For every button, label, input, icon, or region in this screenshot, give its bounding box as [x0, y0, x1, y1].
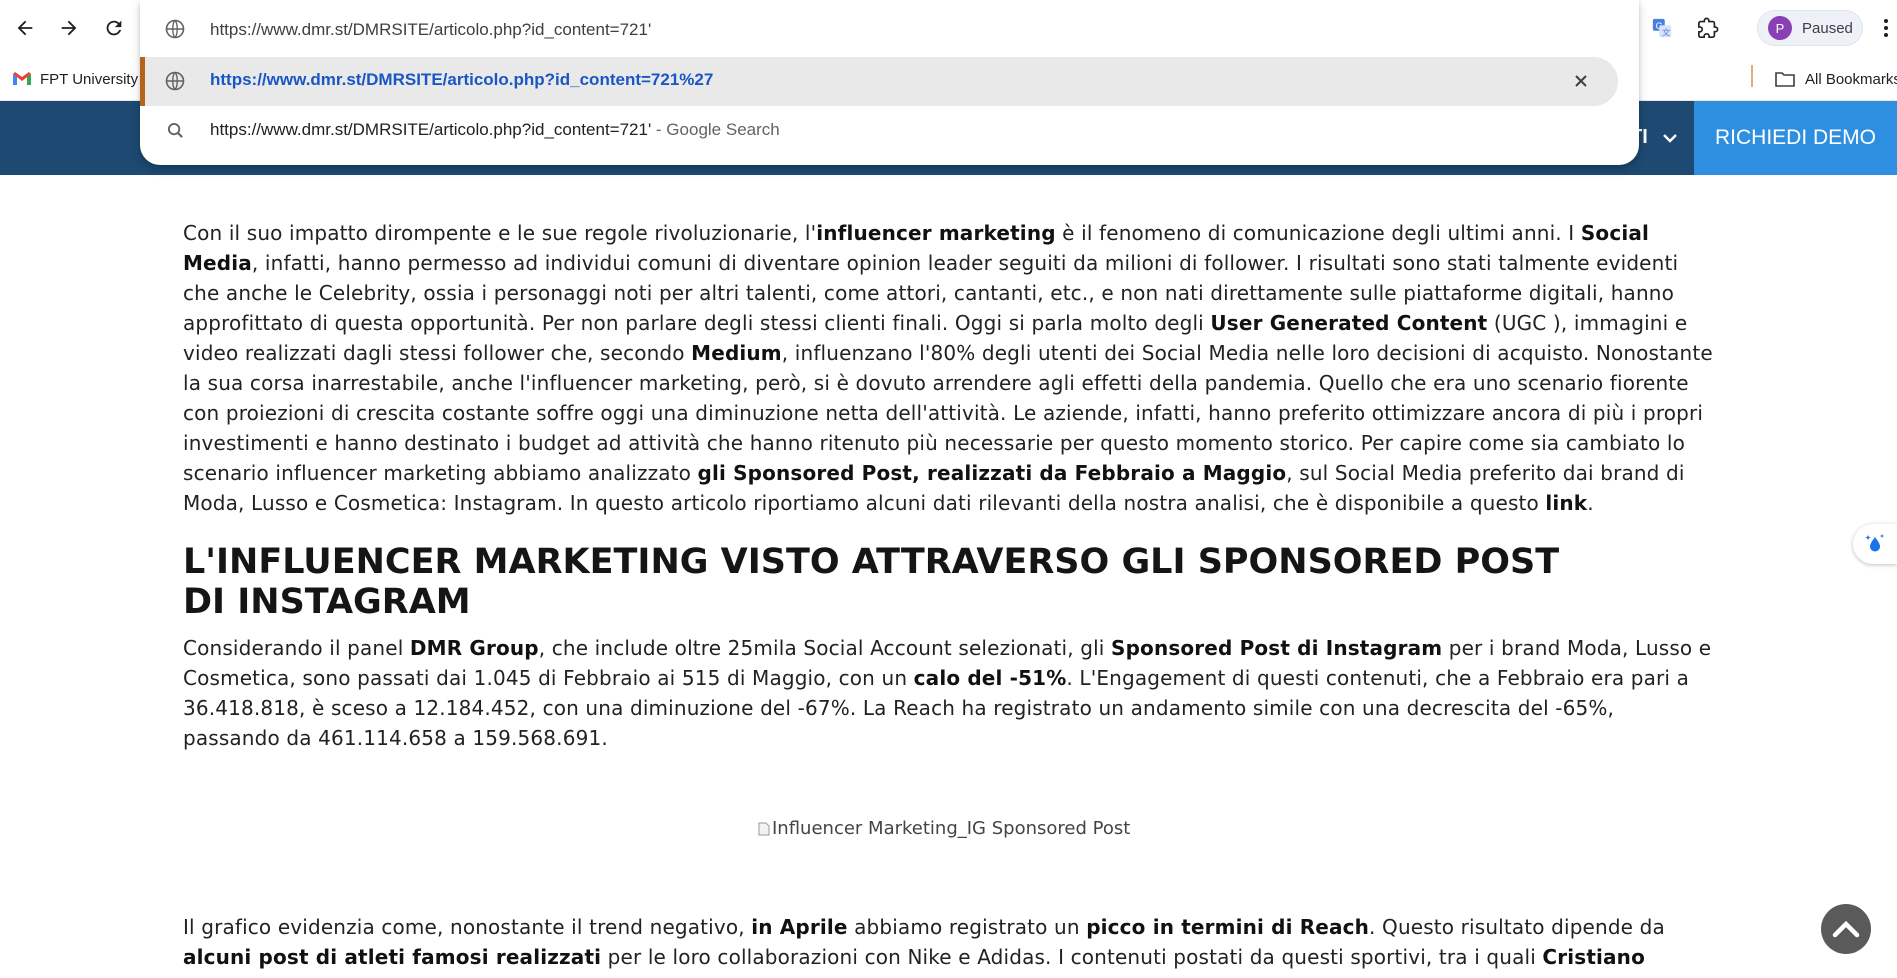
arrow-right-icon: [61, 20, 77, 36]
text-run: è il fenomeno di comunicazione degli ult…: [1055, 221, 1581, 245]
close-icon[interactable]: [1572, 72, 1590, 90]
bold-text-run: DMR Group: [409, 636, 539, 660]
intro-paragraph: Con il suo impatto dirompente e le sue r…: [183, 218, 1713, 518]
bold-text-run: alcuni post di atleti famosi realizzati: [183, 945, 602, 969]
avatar: P: [1768, 16, 1792, 40]
suggestion-search-suffix: - Google Search: [651, 120, 780, 139]
text-run: Considerando il panel: [183, 636, 410, 660]
assistant-float-button[interactable]: [1853, 524, 1897, 564]
address-bar-input[interactable]: [210, 18, 1410, 42]
text-run: Il grafico evidenzia come, nonostante il…: [183, 915, 752, 939]
svg-text:文: 文: [1662, 27, 1670, 37]
globe-icon: [165, 19, 185, 39]
sparkle-drop-icon: [1865, 534, 1884, 552]
all-bookmarks[interactable]: All Bookmarks: [1775, 66, 1897, 92]
reload-icon: [106, 20, 122, 36]
profile-chip[interactable]: P Paused: [1757, 10, 1863, 46]
bold-text-run: influencer marketing: [816, 221, 1056, 245]
text-run: . Questo risultato dipende da: [1369, 915, 1665, 939]
omnibox-suggestion-search[interactable]: https://www.dmr.st/DMRSITE/articolo.php?…: [140, 108, 1618, 154]
image-alt-text: Influencer Marketing_IG Sponsored Post: [772, 818, 1131, 839]
bookmark-fpt-university[interactable]: FPT University M: [12, 66, 140, 92]
text-run: .: [1587, 491, 1594, 515]
chevron-down-icon: [1663, 134, 1677, 143]
broken-image: Influencer Marketing_IG Sponsored Post: [758, 818, 1130, 839]
suggestion-focus-accent: [140, 57, 145, 106]
scroll-to-top-button[interactable]: [1821, 904, 1871, 954]
extensions-icon[interactable]: [1694, 14, 1722, 42]
arrow-left-icon: [17, 20, 33, 36]
panel-paragraph: Considerando il panel DMR Group, che inc…: [183, 633, 1713, 753]
bold-text-run: link: [1545, 491, 1588, 515]
gmail-icon: [13, 72, 31, 85]
bold-text-run: gli Sponsored Post, realizzati da Febbra…: [697, 461, 1287, 485]
reload-button[interactable]: [98, 12, 130, 44]
more-menu-icon[interactable]: [1878, 16, 1894, 40]
omnibox-dropdown: https://www.dmr.st/DMRSITE/articolo.php?…: [140, 0, 1639, 165]
broken-image-icon: [758, 822, 770, 835]
bold-text-run: picco in termini di Reach: [1086, 915, 1370, 939]
all-bookmarks-label: All Bookmarks: [1805, 70, 1897, 88]
text-run: , che include oltre 25mila Social Accoun…: [538, 636, 1112, 660]
bold-text-run: in Aprile: [751, 915, 848, 939]
bold-text-run: User Generated Content: [1210, 311, 1488, 335]
suggestion-search-text: https://www.dmr.st/DMRSITE/articolo.php?…: [210, 120, 780, 140]
bookmarks-divider: [1751, 65, 1753, 87]
profile-status: Paused: [1802, 19, 1853, 37]
suggestion-search-query: https://www.dmr.st/DMRSITE/articolo.php?…: [210, 120, 652, 139]
text-run: per le loro collaborazioni con Nike e Ad…: [601, 945, 1543, 969]
chevron-up-icon: [1832, 920, 1860, 938]
omnibox-suggestion-url[interactable]: https://www.dmr.st/DMRSITE/articolo.php?…: [140, 57, 1618, 106]
suggestion-url-text: https://www.dmr.st/DMRSITE/articolo.php?…: [210, 70, 714, 89]
text-run: Con il suo impatto dirompente e le sue r…: [183, 221, 817, 245]
translate-icon[interactable]: G文: [1648, 14, 1676, 42]
text-run: abbiamo registrato un: [847, 915, 1087, 939]
bookmark-label: FPT University M: [40, 70, 140, 88]
bold-text-run: Medium: [691, 341, 782, 365]
forward-button[interactable]: [53, 12, 85, 44]
search-icon: [167, 122, 183, 138]
request-demo-button[interactable]: RICHIEDI DEMO: [1694, 101, 1897, 175]
bold-text-run: Sponsored Post di Instagram: [1111, 636, 1443, 660]
section-heading: L'INFLUENCER MARKETING VISTO ATTRAVERSO …: [183, 542, 1560, 622]
omnibox-input-row: [140, 8, 1639, 52]
globe-icon: [165, 71, 185, 91]
folder-icon: [1775, 72, 1795, 87]
back-button[interactable]: [9, 12, 41, 44]
bold-text-run: calo del -51%: [913, 666, 1067, 690]
chart-paragraph: Il grafico evidenzia come, nonostante il…: [183, 912, 1713, 978]
